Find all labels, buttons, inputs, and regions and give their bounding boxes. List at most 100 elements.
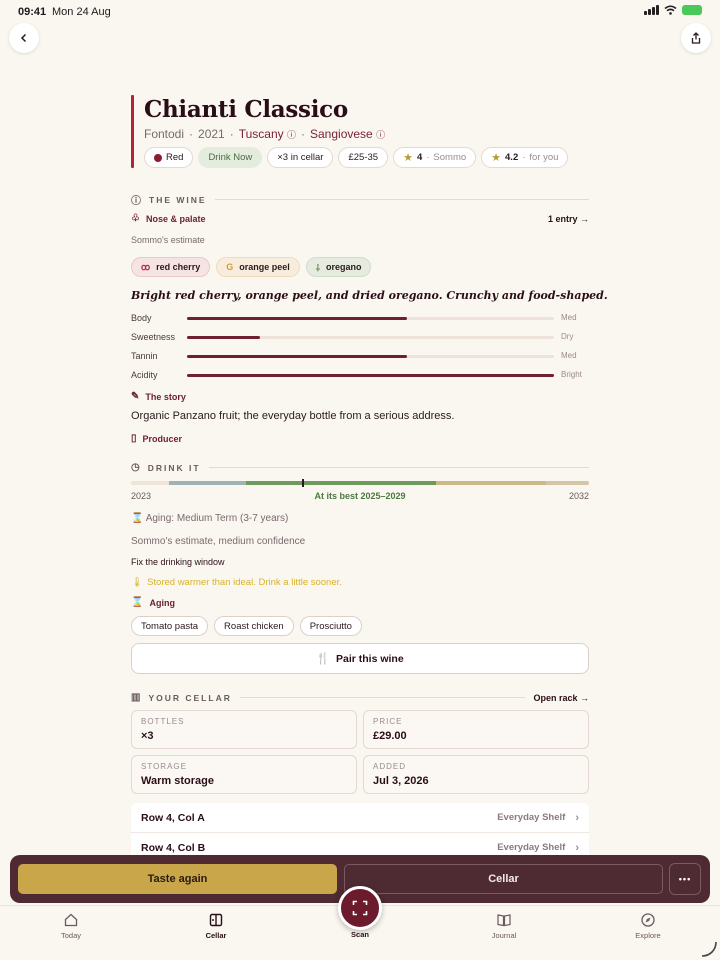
star-icon: ★ — [491, 152, 502, 164]
personal-score-chip[interactable]: ★ 4.2 · for you — [481, 147, 569, 168]
price-stat: PRICE £29.00 — [363, 710, 589, 749]
status-bar: 09:41 Mon 24 Aug — [0, 0, 720, 22]
status-date: Mon 24 Aug — [52, 6, 111, 18]
info-icon: ⓘ — [131, 196, 141, 207]
grape-link[interactable]: Sangiovese ⓘ — [310, 127, 385, 141]
story-label-row: ✎ The story — [131, 391, 186, 402]
orange-peel-icon: G — [226, 262, 234, 272]
nose-palate-row: ♧ Nose & palate 1 entry → — [131, 213, 589, 224]
added-stat: ADDED Jul 3, 2026 — [363, 755, 589, 794]
rack-icon: ▥ — [131, 692, 141, 703]
tab-cellar[interactable]: Cellar — [186, 912, 246, 940]
cellar-icon — [209, 913, 223, 927]
today-marker — [302, 479, 304, 487]
tab-today[interactable]: Today — [41, 912, 101, 940]
info-icon: ⓘ — [376, 130, 386, 140]
info-icon: ⓘ — [286, 130, 296, 140]
drinking-window-bar — [131, 481, 589, 485]
color-chip: Red — [144, 147, 194, 168]
chevron-left-icon — [20, 33, 27, 43]
region-link[interactable]: Tuscany ⓘ — [239, 127, 296, 141]
compass-icon — [641, 913, 655, 927]
herb-icon: ⸸ — [315, 262, 320, 273]
drinking-window-years: 2023 At its best 2025–2029 2032 — [131, 491, 589, 501]
tab-explore[interactable]: Explore — [618, 912, 678, 940]
producer-name: Fontodi — [144, 127, 185, 141]
taste-again-button[interactable]: Taste again — [18, 864, 337, 894]
flavor-chips: ꝏ red cherry Gorange peel ⸸ oregano — [131, 257, 372, 277]
more-icon: ••• — [678, 874, 692, 884]
drink-it-heading: ◷ DRINK IT — [131, 462, 589, 473]
bottles-stat: BOTTLES ×3 — [131, 710, 357, 749]
the-wine-heading: ⓘ THE WINE — [131, 192, 589, 207]
pairing-chip[interactable]: Roast chicken — [214, 616, 294, 636]
share-icon — [691, 32, 701, 44]
star-icon: ★ — [403, 152, 413, 164]
wine-title: Chianti Classico — [144, 96, 348, 123]
cellar-button[interactable]: Cellar — [344, 864, 663, 894]
fix-window-link[interactable]: Fix the drinking window — [131, 557, 225, 567]
status-time: 09:41 — [18, 6, 47, 18]
wifi-icon — [664, 5, 677, 15]
storage-stat: STORAGE Warm storage — [131, 755, 357, 794]
resize-handle-icon — [701, 941, 717, 957]
price-chip: £25-35 — [338, 147, 389, 168]
more-button[interactable]: ••• — [669, 863, 701, 895]
chevron-right-icon: › — [575, 811, 579, 824]
pairing-chip[interactable]: Prosciutto — [299, 616, 362, 636]
clock-icon: ◷ — [131, 462, 140, 473]
scan-button[interactable] — [338, 886, 382, 930]
wine-subtitle: Fontodi · 2021 · Tuscany ⓘ · Sangiovese ⓘ — [144, 127, 386, 141]
fork-knife-icon: 🍴 — [316, 653, 330, 665]
profile-tannin: Tannin Med — [131, 351, 577, 361]
signal-icon — [644, 5, 659, 15]
profile-sweetness: Sweetness Dry — [131, 332, 574, 342]
sommo-score-chip[interactable]: ★ 4 · Sommo — [393, 147, 477, 168]
pairing-chip[interactable]: Tomato pasta — [131, 616, 209, 636]
storage-warning: 🌡 Stored warmer than ideal. Drink a littl… — [131, 577, 342, 588]
aging-label-row: ⌛ Aging — [131, 597, 175, 608]
home-icon — [64, 913, 78, 927]
rack-row[interactable]: Row 4, Col A Everyday Shelf › — [131, 803, 589, 833]
building-icon: ▯ — [131, 433, 137, 444]
flavor-chip-orange-peel[interactable]: Gorange peel — [216, 257, 300, 277]
open-rack-link[interactable]: Open rack → — [533, 693, 589, 703]
cherry-icon: ꝏ — [141, 261, 151, 272]
profile-acidity: Acidity Bright — [131, 370, 582, 380]
nose-icon: ♧ — [131, 213, 140, 224]
flavor-chip-oregano[interactable]: ⸸ oregano — [305, 257, 372, 277]
pencil-icon: ✎ — [131, 391, 140, 402]
status-icons — [644, 5, 702, 15]
title-accent-bar — [131, 95, 134, 168]
rack-position-list: Row 4, Col A Everyday Shelf › Row 4, Col B… — [131, 803, 589, 863]
pair-this-wine-button[interactable]: 🍴 Pair this wine — [131, 643, 589, 674]
red-dot-icon — [154, 153, 162, 162]
battery-icon — [682, 5, 702, 15]
confidence-text: Sommo's estimate, medium confidence — [131, 536, 306, 547]
hourglass-icon: ⌛ — [131, 597, 144, 608]
tasting-tagline: Bright red cherry, orange peel, and drie… — [131, 289, 608, 302]
vintage: 2021 — [198, 127, 225, 141]
hourglass-icon: ⌛ — [131, 513, 144, 524]
pairing-chips: Tomato pasta Roast chicken Prosciutto — [131, 616, 362, 636]
sommo-estimate-label: Sommo's estimate — [131, 235, 205, 245]
flavor-chip-red-cherry[interactable]: ꝏ red cherry — [131, 257, 211, 277]
wine-chips: Red Drink Now ×3 in cellar £25-35 ★ 4 · Som… — [144, 147, 569, 168]
your-cellar-heading: ▥ YOUR CELLAR Open rack → — [131, 692, 589, 703]
scan-icon — [352, 900, 368, 916]
in-cellar-chip: ×3 in cellar — [267, 147, 334, 168]
tab-scan[interactable]: Scan — [330, 930, 390, 939]
entries-link[interactable]: 1 entry → — [548, 214, 589, 224]
profile-body: Body Med — [131, 313, 577, 323]
share-button[interactable] — [681, 23, 711, 53]
tab-journal[interactable]: Journal — [474, 912, 534, 940]
aging-estimate: ⌛ Aging: Medium Term (3-7 years) — [131, 513, 289, 524]
end-year: 2032 — [568, 491, 589, 501]
chevron-right-icon: › — [575, 841, 579, 854]
drink-now-chip: Drink Now — [198, 147, 263, 168]
back-button[interactable] — [9, 23, 39, 53]
book-icon — [497, 914, 511, 927]
best-window: At its best 2025–2029 — [314, 491, 406, 501]
thermometer-icon: 🌡 — [131, 577, 144, 588]
producer-link[interactable]: ▯ Producer — [131, 433, 589, 444]
